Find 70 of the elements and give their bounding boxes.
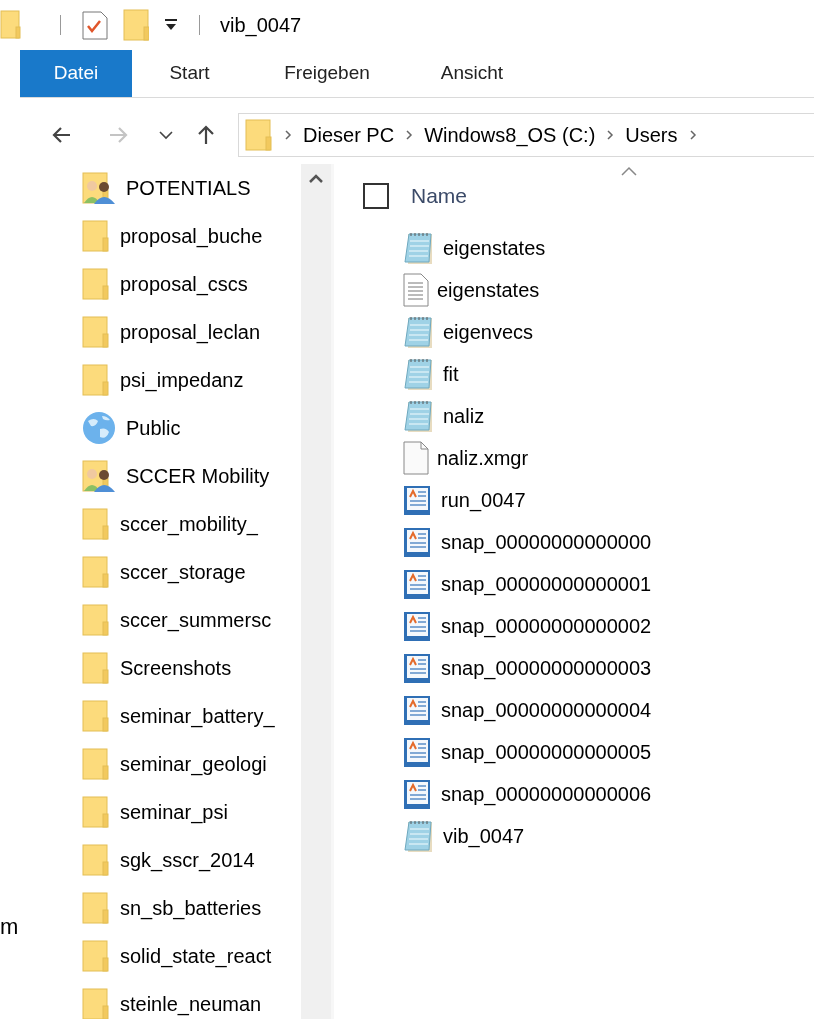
nav-item[interactable]: sgk_sscr_2014 xyxy=(80,836,301,884)
file-name[interactable]: snap_00000000000003 xyxy=(441,653,652,683)
nav-item[interactable]: proposal_cscs xyxy=(80,260,301,308)
nav-item[interactable]: proposal_buche xyxy=(80,212,301,260)
folder-icon xyxy=(245,118,273,152)
nav-item[interactable]: SCCER Mobility xyxy=(80,452,301,500)
file-name[interactable]: fit xyxy=(443,359,459,389)
nav-item[interactable]: sccer_summersc xyxy=(80,596,301,644)
column-header[interactable]: Name xyxy=(411,179,468,212)
nav-item[interactable]: seminar_psi xyxy=(80,788,301,836)
folder-icon xyxy=(82,363,110,397)
globe-icon xyxy=(82,411,116,445)
ribbon-tab[interactable]: Ansicht xyxy=(407,50,537,97)
properties-icon[interactable] xyxy=(81,10,109,40)
nav-item[interactable]: solid_state_react xyxy=(80,932,301,980)
shared-folder-icon xyxy=(82,171,116,205)
nav-item[interactable]: seminar_geologi xyxy=(80,740,301,788)
file-name[interactable]: naliz xyxy=(443,401,485,431)
ribbon-tab[interactable]: Start xyxy=(132,50,247,97)
folder-icon xyxy=(82,603,110,637)
file-tab[interactable]: Datei xyxy=(20,50,132,97)
folder-icon xyxy=(82,699,110,733)
breadcrumb[interactable]: Users xyxy=(625,120,678,150)
file-name[interactable]: snap_00000000000002 xyxy=(441,611,652,641)
file-name[interactable]: snap_00000000000006 xyxy=(441,779,652,809)
folder-icon xyxy=(82,555,110,589)
folder-icon xyxy=(82,315,110,349)
select-all-checkbox[interactable] xyxy=(363,182,389,209)
folder-icon xyxy=(82,795,110,829)
file-name[interactable]: snap_00000000000001 xyxy=(441,569,652,599)
nav-item[interactable]: Screenshots xyxy=(80,644,301,692)
nav-item[interactable]: steinle_neuman xyxy=(80,980,301,1019)
folder-icon xyxy=(82,987,110,1019)
nav-item[interactable]: POTENTIALS xyxy=(80,164,301,212)
folder-icon xyxy=(82,843,110,877)
folder-icon xyxy=(82,939,110,973)
file-name[interactable]: run_0047 xyxy=(441,485,526,515)
file-name[interactable]: vib_0047 xyxy=(443,821,525,851)
chevron-icon[interactable] xyxy=(404,128,415,142)
stray-text: m xyxy=(0,914,19,939)
shared-folder-icon xyxy=(82,459,116,493)
nav-item[interactable]: sccer_storage xyxy=(80,548,301,596)
file-name[interactable]: snap_00000000000005 xyxy=(441,737,652,767)
file-name[interactable]: eigenstates xyxy=(443,233,546,263)
file-name[interactable]: snap_00000000000004 xyxy=(441,695,652,725)
folder-icon xyxy=(82,747,110,781)
nav-item[interactable]: proposal_leclan xyxy=(80,308,301,356)
nav-item[interactable]: psi_impedanz xyxy=(80,356,301,404)
folder-icon xyxy=(82,267,110,301)
folder-icon xyxy=(82,507,110,541)
folder-icon xyxy=(82,219,110,253)
file-name[interactable]: naliz.xmgr xyxy=(437,443,529,473)
chevron-icon[interactable] xyxy=(283,128,293,142)
folder-icon xyxy=(82,651,110,685)
file-name[interactable]: eigenvecs xyxy=(443,317,534,347)
dropdown-icon[interactable] xyxy=(163,18,179,32)
scroll-up-icon[interactable] xyxy=(308,172,324,184)
folder-icon xyxy=(82,891,110,925)
chevron-icon[interactable] xyxy=(687,128,698,142)
file-name[interactable]: snap_00000000000000 xyxy=(441,527,652,557)
ribbon-tab[interactable]: Freigeben xyxy=(247,50,407,97)
nav-item[interactable]: seminar_battery_ xyxy=(80,692,301,740)
breadcrumb[interactable]: Windows8_OS (C:) xyxy=(424,120,596,150)
breadcrumb[interactable]: Dieser PC xyxy=(303,120,395,150)
file-name[interactable]: eigenstates xyxy=(437,275,540,305)
window-title: vib_0047 xyxy=(220,13,302,39)
nav-item[interactable]: sn_sb_batteries xyxy=(80,884,301,932)
nav-item[interactable]: Public xyxy=(80,404,301,452)
chevron-icon[interactable] xyxy=(605,128,616,142)
nav-item[interactable]: sccer_mobility_ xyxy=(80,500,301,548)
